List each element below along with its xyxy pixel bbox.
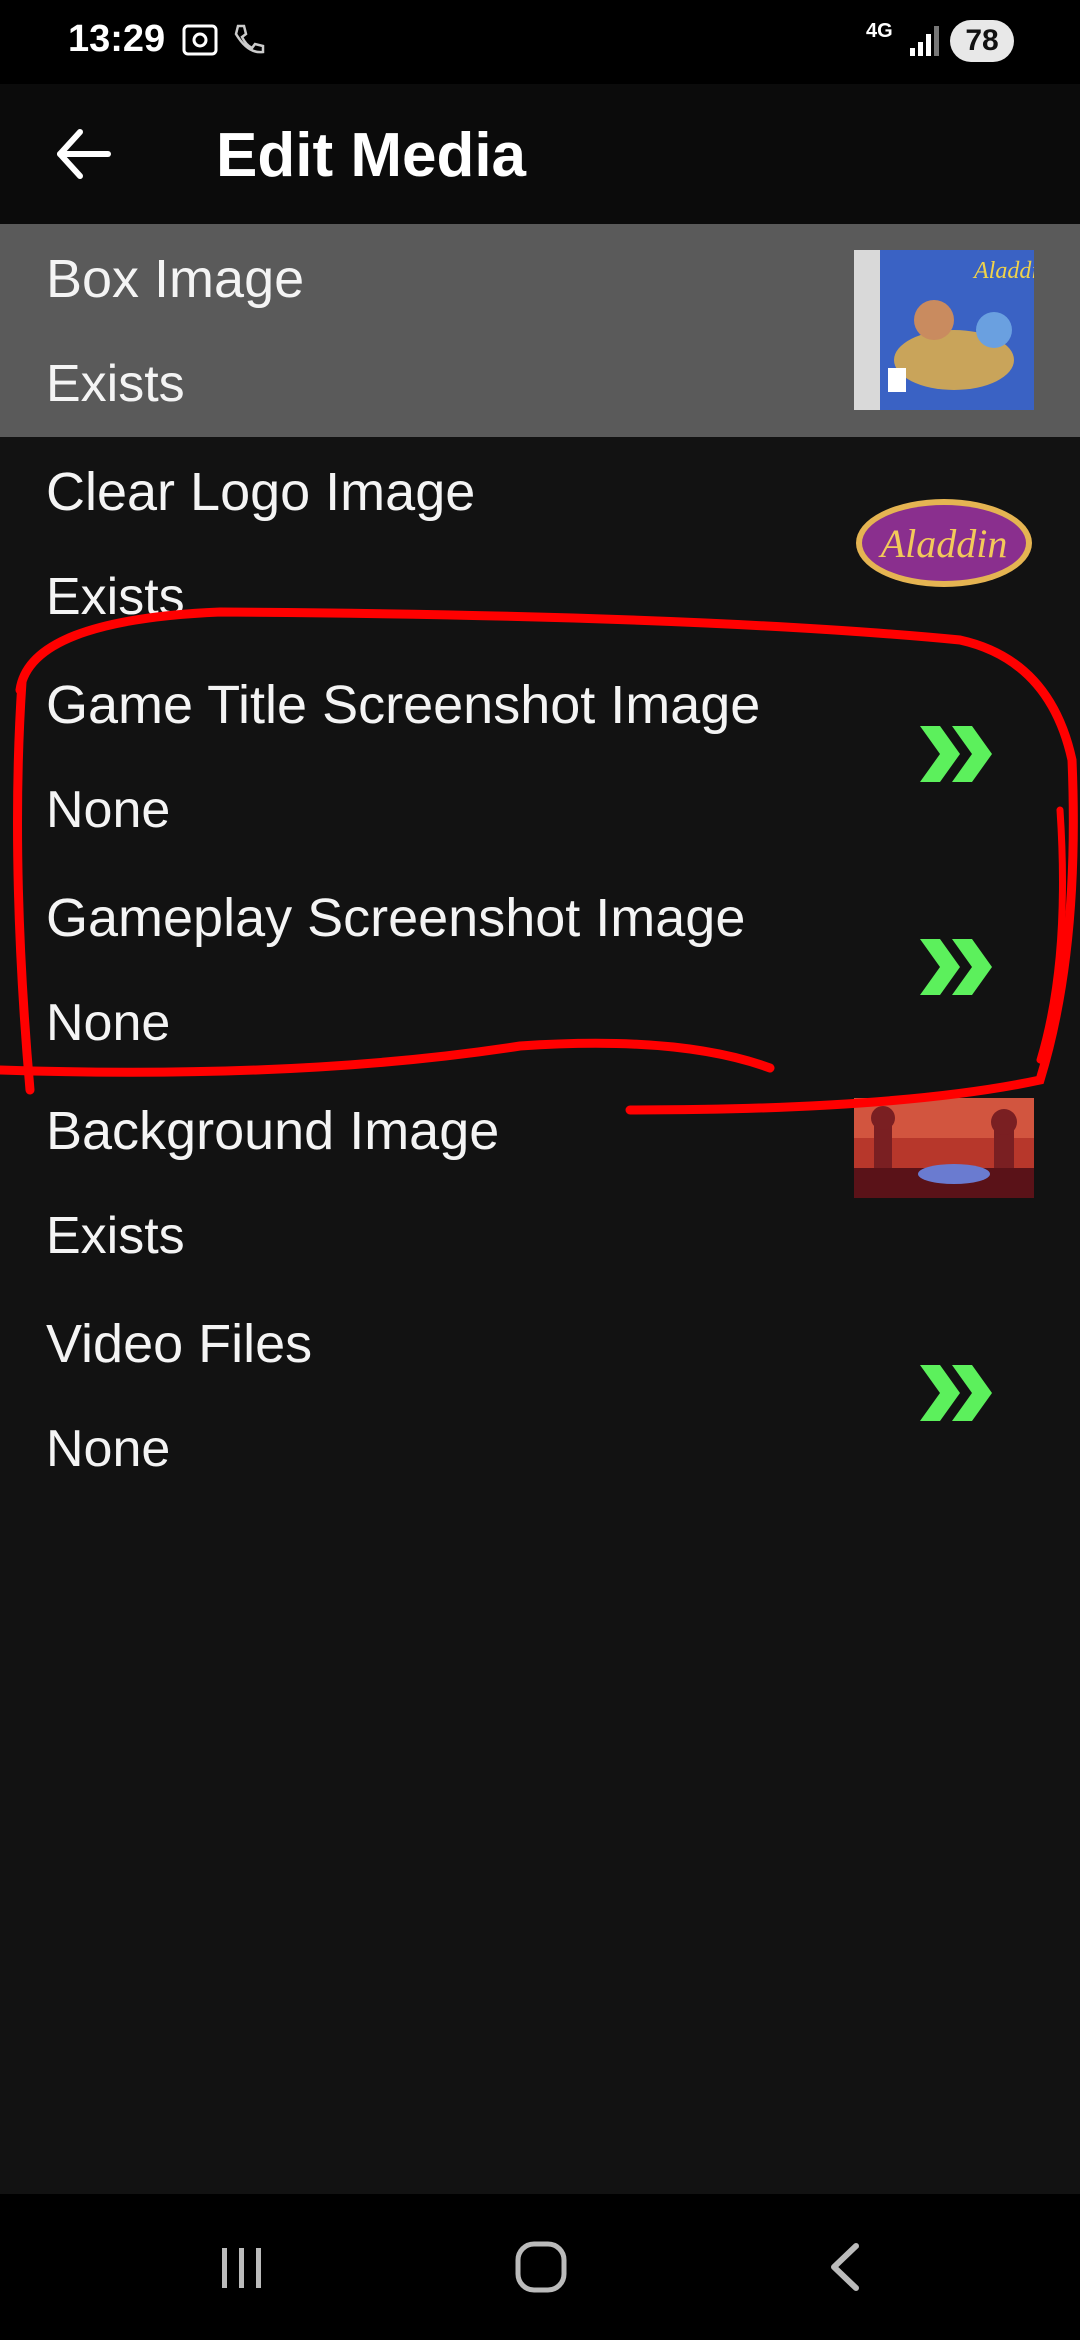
logo-wordmark: Aladdin <box>878 521 1008 566</box>
media-list: Box Image Exists Aladdin Clear Logo Imag… <box>0 224 1080 2194</box>
home-icon[interactable] <box>502 2234 582 2300</box>
media-item-clear-logo[interactable]: Clear Logo Image Exists Aladdin <box>0 437 1080 650</box>
media-item-title: Clear Logo Image <box>46 462 476 522</box>
media-item-title: Video Files <box>46 1314 313 1374</box>
logo-thumbnail: Aladdin <box>856 499 1032 587</box>
media-item-box-image[interactable]: Box Image Exists Aladdin <box>0 224 1080 437</box>
media-item-status: Exists <box>46 1207 185 1265</box>
media-item-status: None <box>46 781 171 839</box>
media-item-title: Game Title Screenshot Image <box>46 675 761 735</box>
page-title: Edit Media <box>216 121 527 190</box>
media-item-title: Box Image <box>46 249 305 309</box>
double-chevron-icon <box>920 939 992 995</box>
media-item-background-image[interactable]: Background Image Exists <box>0 1076 1080 1289</box>
double-chevron-icon <box>920 1365 992 1421</box>
system-nav-bar <box>0 2194 1080 2340</box>
recent-apps-icon[interactable] <box>202 2234 282 2300</box>
media-item-gameplay-screenshot[interactable]: Gameplay Screenshot Image None <box>0 863 1080 1076</box>
media-item-status: Exists <box>46 568 185 626</box>
call-icon <box>234 24 265 54</box>
status-time: 13:29 <box>68 18 166 60</box>
media-item-title: Gameplay Screenshot Image <box>46 888 746 948</box>
screenshot-icon <box>182 24 218 56</box>
double-chevron-icon <box>920 726 992 782</box>
battery-indicator: 78 <box>950 20 1014 62</box>
nav-back-icon[interactable] <box>806 2234 886 2300</box>
signal-icon <box>910 26 939 56</box>
background-thumbnail <box>854 1098 1034 1198</box>
media-item-status: None <box>46 994 171 1052</box>
media-item-status: Exists <box>46 355 185 413</box>
media-item-video-files[interactable]: Video Files None <box>0 1289 1080 1502</box>
app-bar: Edit Media <box>0 84 1080 224</box>
media-item-game-title-screenshot[interactable]: Game Title Screenshot Image None <box>0 650 1080 863</box>
status-bar: 13:29 4G 78 <box>0 0 1080 84</box>
box-art-thumbnail: Aladdin <box>854 250 1034 410</box>
media-item-title: Background Image <box>46 1101 500 1161</box>
network-label: 4G <box>866 20 893 42</box>
box-art-wordmark: Aladdin <box>972 258 1034 284</box>
media-item-status: None <box>46 1420 171 1478</box>
arrow-left-icon[interactable] <box>48 118 120 190</box>
